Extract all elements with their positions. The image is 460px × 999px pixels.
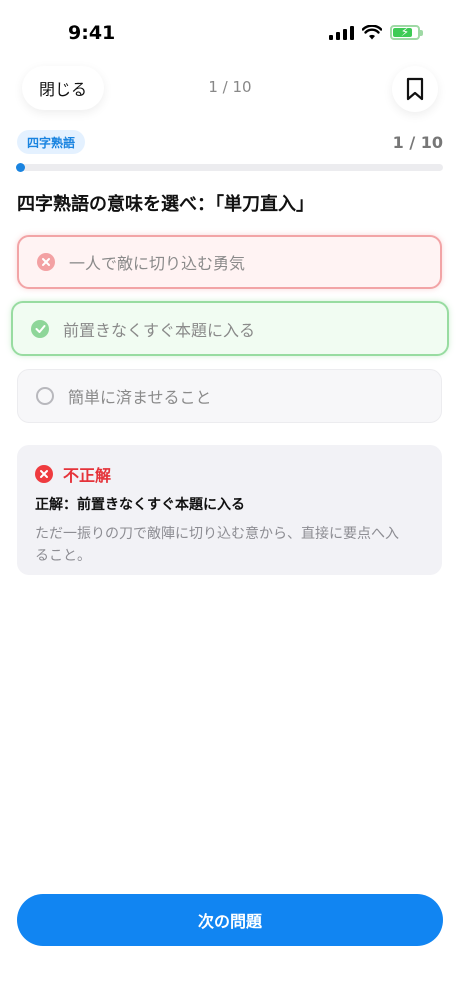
progress-count: 1 / 10	[392, 133, 443, 152]
top-bar: 閉じる 1 / 10	[0, 66, 460, 112]
battery-icon: ⚡	[390, 24, 423, 40]
correct-answer-text: 正解：前置きなくすぐ本題に入る	[35, 497, 245, 513]
wifi-icon	[362, 24, 382, 39]
feedback-status: 不正解	[63, 466, 112, 485]
x-circle-icon	[37, 253, 55, 271]
quiz-screen: 9:41 ⚡ 閉じる 1 / 10 四字熟語 1 / 10 四字熟語の意味を選べ…	[0, 0, 460, 999]
question-counter: 1 / 10	[208, 78, 252, 96]
x-circle-icon	[35, 465, 53, 483]
progress-dot	[16, 163, 25, 172]
progress-bar	[16, 163, 443, 172]
cellular-signal-icon	[329, 24, 354, 40]
question-title: 四字熟語の意味を選べ：「単刀直入」	[17, 194, 314, 215]
option-wrong[interactable]: 一人で敵に切り込む勇気	[17, 235, 442, 289]
option-label: 簡単に済ませること	[68, 388, 212, 407]
option-label: 一人で敵に切り込む勇気	[69, 254, 246, 273]
next-question-button[interactable]: 次の問題	[17, 894, 443, 946]
bookmark-icon	[406, 77, 424, 101]
feedback-card: 不正解 正解：前置きなくすぐ本題に入る ただ一振りの刀で敵陣に切り込む意から、直…	[17, 445, 442, 575]
bookmark-button[interactable]	[392, 66, 438, 112]
status-time: 9:41	[68, 22, 116, 44]
option-correct[interactable]: 前置きなくすぐ本題に入る	[11, 301, 449, 356]
status-icons: ⚡	[329, 24, 423, 40]
option-neutral[interactable]: 簡単に済ませること	[17, 369, 442, 423]
check-circle-icon	[31, 319, 49, 338]
explanation-text: ただ一振りの刀で敵陣に切り込む意から、直接に要点へ入ること。	[35, 526, 399, 564]
empty-radio-icon	[36, 387, 54, 405]
feedback-header: 不正解	[35, 462, 424, 486]
category-badge: 四字熟語	[17, 130, 86, 154]
option-label: 前置きなくすぐ本題に入る	[63, 320, 256, 340]
status-bar: 9:41 ⚡	[0, 0, 460, 64]
